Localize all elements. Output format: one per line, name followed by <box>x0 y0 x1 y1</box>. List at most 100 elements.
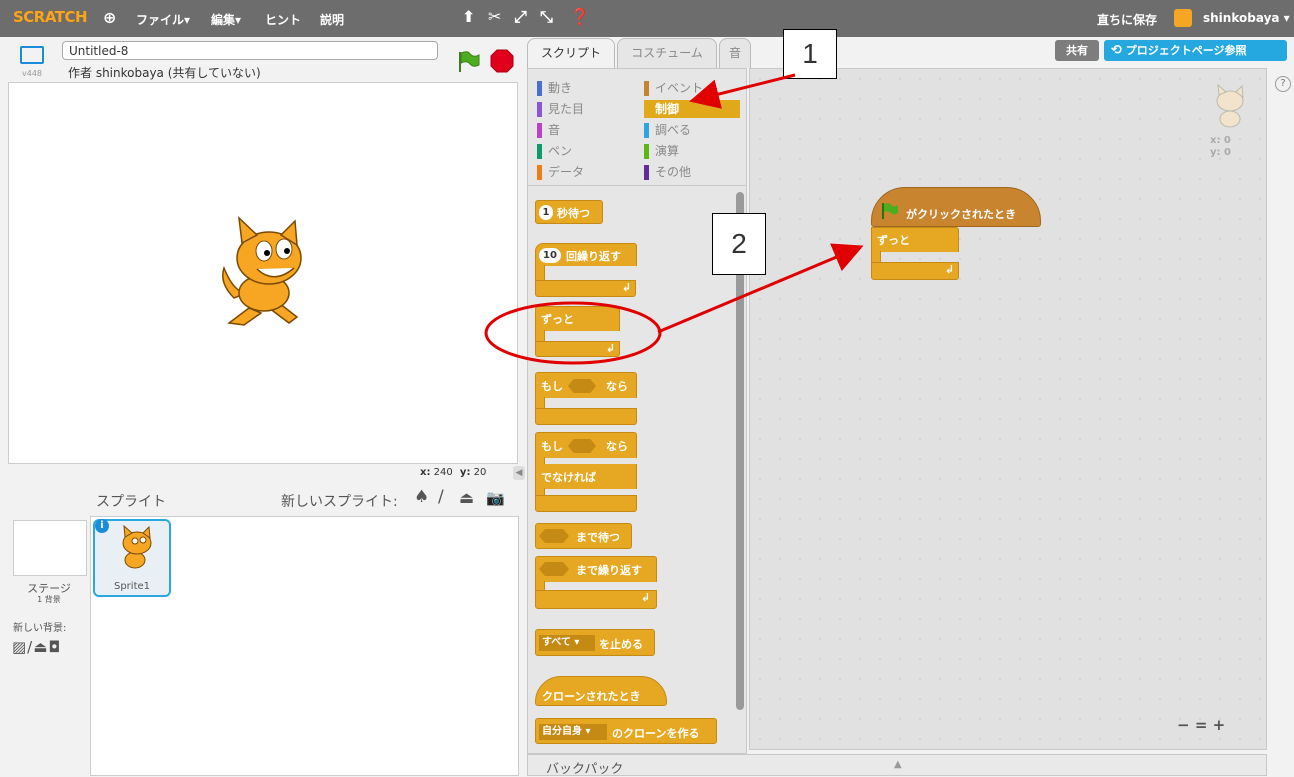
sprite-panel-header: スプライト 新しいスプライト: ♠ / ⏏ 📷 <box>8 485 519 517</box>
if-else-then-label: なら <box>606 440 628 453</box>
see-project-page-button[interactable]: ⟲ プロジェクトページ参照 <box>1104 40 1287 61</box>
presentation-mode-icon[interactable] <box>20 46 44 64</box>
block-repeat-until[interactable]: まで繰り返す <box>535 556 657 582</box>
forever-label: ずっと <box>541 313 574 326</box>
repeat-input[interactable]: 10 <box>539 248 561 263</box>
backdrop-tools[interactable]: ▨/⏏◘ <box>12 638 61 656</box>
version-label: v448 <box>22 69 43 78</box>
help-icon[interactable]: ❓ <box>570 7 590 26</box>
block-if-else-foot <box>535 495 637 512</box>
clone-target-dropdown[interactable]: 自分自身 ▾ <box>539 724 607 740</box>
zoom-in-icon[interactable]: + <box>1213 716 1226 734</box>
block-if-else[interactable]: もし なら <box>535 432 637 458</box>
script-forever-label: ずっと <box>877 234 910 247</box>
globe-icon[interactable]: ⊕ <box>103 8 116 27</box>
else-label: でなければ <box>541 471 596 484</box>
loop-arrow-icon: ↲ <box>641 591 651 604</box>
sprites-title: スプライト <box>96 494 166 510</box>
block-wait-until[interactable]: まで待つ <box>535 523 632 549</box>
wait-label: 秒待つ <box>557 207 590 220</box>
hat-label: がクリックされたとき <box>906 208 1016 221</box>
sprite-y-readout: y: 0 <box>1210 147 1231 158</box>
if-label: もし <box>541 380 563 393</box>
grow-icon[interactable]: ⤢ <box>514 7 527 27</box>
help-circle-icon[interactable]: ? <box>1275 76 1291 92</box>
backpack-expand-icon[interactable]: ▲ <box>894 759 902 770</box>
duplicate-icon[interactable]: ⬆ <box>462 7 475 26</box>
block-when-clone-starts[interactable]: クローンされたとき <box>535 676 667 706</box>
menu-file[interactable]: ファイル▾ <box>136 11 190 28</box>
repeat-label: 回繰り返す <box>566 250 621 263</box>
user-menu[interactable]: shinkobaya ▾ <box>1203 11 1290 25</box>
tab-sounds[interactable]: 音 <box>719 38 751 68</box>
loop-arrow-icon: ↲ <box>945 263 955 276</box>
repeat-until-label: まで繰り返す <box>576 564 642 577</box>
zoom-controls: − = + <box>1177 716 1225 734</box>
menu-bar: SCRATCH ⊕ ファイル▾ 編集▾ ヒント 説明 ⬆ ✂ ⤢ ⤡ ❓ 直ちに… <box>0 0 1294 37</box>
backpack-bar[interactable]: バックパック ▲ <box>527 754 1267 777</box>
category-control[interactable]: 制御 <box>644 100 740 118</box>
shrink-icon[interactable]: ⤡ <box>540 7 553 27</box>
stage-thumbnail[interactable] <box>13 520 87 576</box>
wait-input[interactable]: 1 <box>539 205 553 220</box>
script-hat-flag-clicked[interactable]: がクリックされたとき <box>871 187 1041 227</box>
save-now-button[interactable]: 直ちに保存 <box>1097 11 1157 28</box>
stage-canvas[interactable] <box>8 82 518 464</box>
condition-slot[interactable] <box>568 379 596 393</box>
choose-sprite-icon[interactable]: ♠ <box>414 487 429 507</box>
sprite1-name: Sprite1 <box>113 581 151 592</box>
tab-costumes[interactable]: コスチューム <box>617 38 717 68</box>
project-title-input[interactable]: Untitled-8 <box>62 41 438 60</box>
menu-edit[interactable]: 編集▾ <box>211 11 241 28</box>
user-avatar <box>1174 9 1192 27</box>
cat-sprite[interactable] <box>209 213 324 333</box>
author-label: 作者 shinkobaya (共有していない) <box>68 66 261 80</box>
loop-arrow-icon: ↲ <box>606 342 616 355</box>
backpack-label: バックパック <box>546 762 624 777</box>
share-button[interactable]: 共有 <box>1055 40 1099 61</box>
camera-sprite-icon[interactable]: 📷 <box>486 489 505 507</box>
condition-slot[interactable] <box>539 562 569 576</box>
collapse-stage-icon[interactable]: ◀ <box>513 466 525 480</box>
clone-start-label: クローンされたとき <box>542 690 641 703</box>
backdrop-count: 1 背景 <box>37 595 61 604</box>
block-create-clone[interactable]: 自分自身 ▾ のクローンを作る <box>535 718 717 744</box>
condition-slot[interactable] <box>539 529 569 543</box>
stop-icon[interactable] <box>490 49 514 73</box>
tab-scripts[interactable]: スクリプト <box>527 38 615 68</box>
paint-sprite-icon[interactable]: / <box>438 487 444 507</box>
block-repeat[interactable]: 10 回繰り返す <box>535 243 637 266</box>
loop-arrow-icon: ↲ <box>622 281 632 294</box>
sprite1-thumbnail[interactable]: i Sprite1 <box>93 519 171 597</box>
new-sprite-label: 新しいスプライト: <box>281 494 398 510</box>
new-backdrop-label: 新しい背景: <box>13 623 67 634</box>
if-else-if-label: もし <box>541 440 563 453</box>
coord-y-label: y: <box>459 467 471 478</box>
zoom-reset-icon[interactable]: = <box>1195 716 1208 734</box>
block-forever-foot: ↲ <box>535 341 620 357</box>
script-forever[interactable]: ずっと <box>871 227 959 252</box>
stage-column: ステージ 1 背景 新しい背景: ▨/⏏◘ <box>8 516 91 776</box>
info-icon[interactable]: i <box>95 519 109 533</box>
condition-slot[interactable] <box>568 439 596 453</box>
block-forever[interactable]: ずっと <box>535 306 620 331</box>
category-selector: 動き イベント 見た目 制御 音 調べる ペン 演算 データ その他 <box>527 68 747 186</box>
sprite-preview-icon <box>1216 83 1244 128</box>
block-if-then[interactable]: もし なら <box>535 372 637 398</box>
block-stop[interactable]: すべて ▾ を止める <box>535 629 655 656</box>
upload-sprite-icon[interactable]: ⏏ <box>459 488 474 507</box>
stop-dropdown[interactable]: すべて ▾ <box>539 635 595 651</box>
script-area[interactable]: x: 0 y: 0 − = + <box>749 68 1267 750</box>
scratch-logo[interactable]: SCRATCH <box>13 8 88 26</box>
menu-about[interactable]: 説明 <box>320 11 344 28</box>
zoom-out-icon[interactable]: − <box>1177 716 1190 734</box>
green-flag-icon[interactable] <box>456 50 482 74</box>
block-repeat-foot: ↲ <box>535 280 636 297</box>
cat-thumbnail-icon <box>122 525 152 569</box>
cut-icon[interactable]: ✂ <box>488 7 501 26</box>
block-repeat-until-foot: ↲ <box>535 590 657 609</box>
block-wait[interactable]: 1 秒待つ <box>535 200 603 224</box>
menu-tips[interactable]: ヒント <box>265 11 301 28</box>
stop-label: を止める <box>599 638 643 651</box>
coord-y: 20 <box>473 467 487 478</box>
